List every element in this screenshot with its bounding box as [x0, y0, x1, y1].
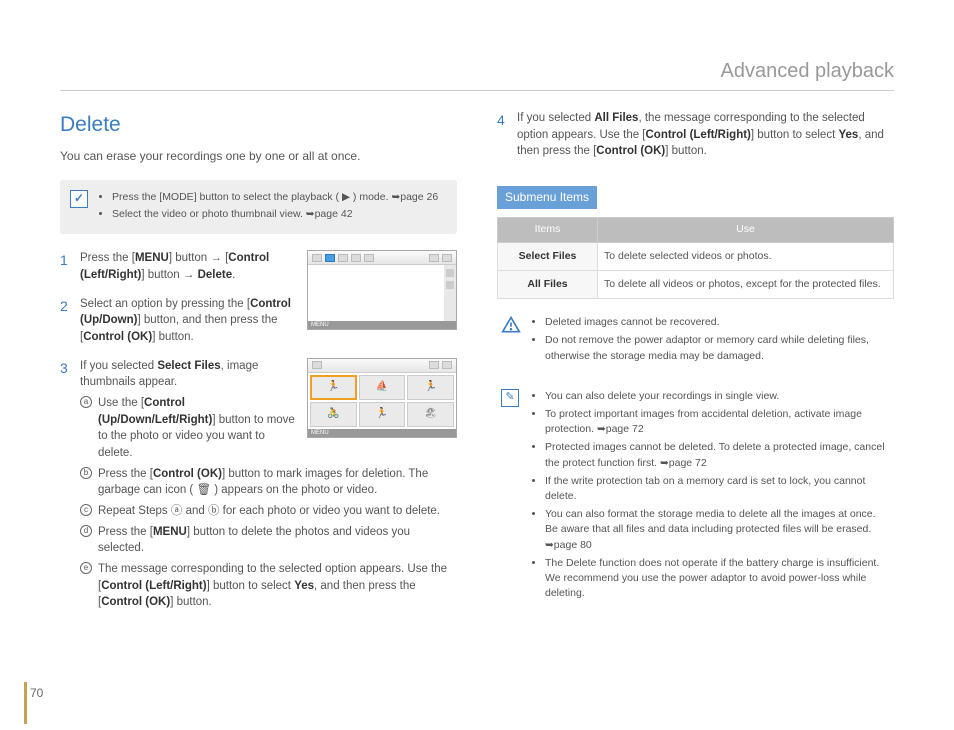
circle-e-icon: e: [80, 562, 92, 574]
menu-button-ref: MENU: [135, 252, 169, 264]
page-number: 70: [30, 686, 43, 700]
yes-ref: Yes: [838, 129, 858, 141]
step-text: If you selected: [517, 112, 594, 124]
sub-text: Use the [: [98, 397, 144, 409]
tip-box: ✓ Press the [MODE] button to select the …: [60, 180, 457, 234]
right-column: If you selected All Files, the message c…: [497, 110, 894, 623]
control-lr-ref: Control (Left/Right): [101, 580, 206, 592]
substep-b: b Press the [Control (OK)] button to mar…: [80, 466, 457, 499]
info-item: Protected images cannot be deleted. To d…: [545, 440, 888, 470]
sub-text: Press the [: [98, 526, 153, 538]
sub-text: ] button.: [170, 596, 212, 608]
col-use: Use: [598, 218, 894, 242]
step-1: MENU Press the [MENU] button → [Control …: [60, 250, 457, 283]
circle-d-icon: d: [80, 525, 92, 537]
circle-b-icon: b: [80, 467, 92, 479]
row-val: To delete all videos or photos, except f…: [598, 270, 894, 298]
substep-d: d Press the [MENU] button to delete the …: [80, 524, 457, 557]
submenu-heading: Submenu Items: [497, 186, 597, 209]
step-text: If you selected: [80, 360, 157, 372]
warning-item: Deleted images cannot be recovered.: [545, 315, 888, 330]
section-title: Delete: [60, 110, 457, 140]
info-item: You can also format the storage media to…: [545, 507, 888, 553]
sub-text: ] button to select: [207, 580, 295, 592]
substep-c: c Repeat Steps ⓐ and ⓑ for each photo or…: [80, 503, 457, 520]
page-body: Delete You can erase your recordings one…: [0, 0, 954, 653]
page-header-title: Advanced playback: [721, 60, 894, 83]
step-text: ] button.: [152, 331, 194, 343]
control-lr-ref: Control (Left/Right): [646, 129, 751, 141]
all-files-ref: All Files: [594, 112, 638, 124]
menu-button-ref: MENU: [153, 526, 187, 538]
step-2: Select an option by pressing the [ Contro…: [60, 296, 457, 346]
header-rule: [60, 90, 894, 91]
row-key: All Files: [498, 270, 598, 298]
circle-a-icon: a: [80, 396, 92, 408]
info-item: To protect important images from acciden…: [545, 407, 888, 437]
control-ok-ref: Control (OK): [596, 145, 665, 157]
warning-note: Deleted images cannot be recovered. Do n…: [497, 309, 894, 373]
step-text: Select an option by pressing the [: [80, 298, 250, 310]
row-val: To delete selected videos or photos.: [598, 242, 894, 270]
step-text: .: [232, 269, 235, 281]
info-item: The Delete function does not operate if …: [545, 556, 888, 602]
select-files-ref: Select Files: [157, 360, 220, 372]
info-note: ✎ You can also delete your recordings in…: [497, 383, 894, 611]
table-row: Select Files To delete selected videos o…: [498, 242, 894, 270]
left-column: Delete You can erase your recordings one…: [60, 110, 457, 623]
step-4: If you selected All Files, the message c…: [497, 110, 894, 160]
steps-list: MENU Press the [MENU] button → [Control …: [60, 250, 457, 611]
warning-item: Do not remove the power adaptor or memor…: [545, 333, 888, 363]
submenu-table: Items Use Select Files To delete selecte…: [497, 217, 894, 299]
delete-ref: Delete: [198, 269, 233, 281]
yes-ref: Yes: [294, 580, 314, 592]
warning-triangle-icon: [501, 315, 521, 335]
info-item: You can also delete your recordings in s…: [545, 389, 888, 404]
step-text: ] button.: [665, 145, 707, 157]
step-text: ] button to select: [751, 129, 839, 141]
table-row: All Files To delete all videos or photos…: [498, 270, 894, 298]
info-note-icon: ✎: [501, 389, 519, 407]
step-text: ] button → [: [169, 252, 228, 264]
intro-text: You can erase your recordings one by one…: [60, 148, 457, 165]
sub-text: Press the [: [98, 468, 153, 480]
control-ok-ref: Control (OK): [153, 468, 222, 480]
tip-item: Press the [MODE] button to select the pl…: [112, 190, 445, 205]
tip-item: Select the video or photo thumbnail view…: [112, 207, 445, 222]
substep-a: a Use the [Control (Up/Down/Left/Right)]…: [80, 395, 457, 462]
step-3: 🏃⛵🏃 🚴🏃🏖 MENU If you selected Select File…: [60, 358, 457, 611]
circle-c-icon: c: [80, 504, 92, 516]
control-ok-ref: Control (OK): [83, 331, 152, 343]
sub-text: Repeat Steps ⓐ and ⓑ for each photo or v…: [98, 505, 440, 517]
step-text: Press the [: [80, 252, 135, 264]
substep-e: e The message corresponding to the selec…: [80, 561, 457, 611]
step-text: ] button →: [141, 269, 197, 281]
col-items: Items: [498, 218, 598, 242]
steps-list-cont: If you selected All Files, the message c…: [497, 110, 894, 160]
info-item: If the write protection tab on a memory …: [545, 474, 888, 504]
control-ok-ref: Control (OK): [101, 596, 170, 608]
checkmark-icon: ✓: [70, 190, 88, 208]
row-key: Select Files: [498, 242, 598, 270]
